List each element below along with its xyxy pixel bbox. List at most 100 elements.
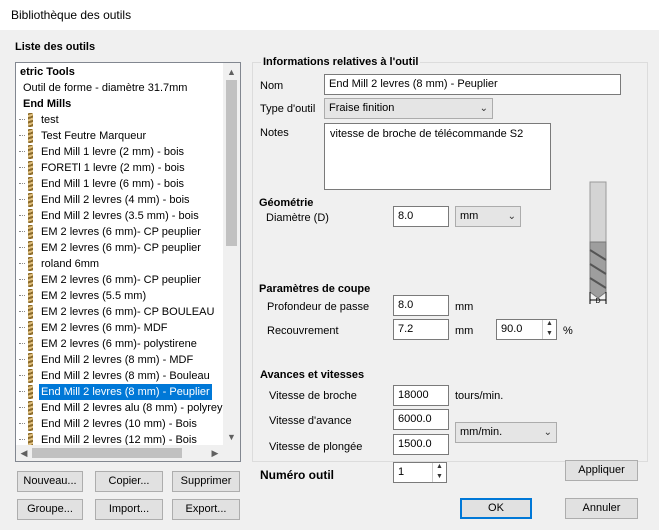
tree-connector	[19, 407, 25, 408]
tree-item-label: roland 6mm	[41, 258, 100, 270]
tree-item-label: End Mill 2 levres (8 mm) - Bouleau	[41, 370, 210, 382]
scroll-right-icon[interactable]: ▶	[208, 446, 222, 460]
drill-bit-icon	[28, 145, 33, 159]
spin-up-icon[interactable]: ▲	[433, 463, 446, 472]
spin-up-icon[interactable]: ▲	[543, 320, 556, 329]
tree-item-label: End Mill 2 levres (8 mm) - Peuplier	[39, 384, 212, 400]
drill-bit-icon	[28, 385, 33, 399]
scroll-up-icon[interactable]: ▲	[224, 65, 239, 79]
notes-textarea[interactable]: vitesse de broche de télécommande S2	[324, 123, 551, 190]
diameter-input[interactable]: 8.0	[393, 206, 449, 227]
spin-down-icon[interactable]: ▼	[433, 472, 446, 482]
tree-connector	[19, 375, 25, 376]
rate-unit-select[interactable]: mm/min. ⌄	[455, 422, 557, 443]
feed-label: Vitesse d'avance	[269, 415, 352, 427]
tree-hscroll-thumb[interactable]	[32, 448, 182, 458]
drill-bit-icon	[28, 129, 33, 143]
cancel-button[interactable]: Annuler	[565, 498, 638, 519]
stepover-input[interactable]: 7.2	[393, 319, 449, 340]
tree-connector	[19, 167, 25, 168]
tree-item-label: End Mill 1 levre (6 mm) - bois	[41, 178, 185, 190]
chevron-down-icon: ⌄	[479, 103, 488, 114]
drill-bit-icon	[28, 209, 33, 223]
scroll-left-icon[interactable]: ◀	[17, 446, 31, 460]
import-button[interactable]: Import...	[95, 499, 163, 520]
tree-connector	[19, 151, 25, 152]
depth-input[interactable]: 8.0	[393, 295, 449, 316]
tree-connector	[19, 231, 25, 232]
tree-item-label: FORETl 1 levre (2 mm) - bois	[41, 162, 185, 174]
cutting-heading: Paramètres de coupe	[259, 283, 371, 295]
tool-number-label: Numéro outil	[260, 468, 334, 482]
stepover-label: Recouvrement	[267, 325, 339, 337]
tree-item-label: End Mills	[23, 98, 72, 110]
tree-item-label: etric Tools	[20, 66, 75, 78]
tree-connector	[19, 263, 25, 264]
rate-unit-value: mm/min.	[460, 426, 503, 438]
tree-connector	[19, 183, 25, 184]
scroll-corner	[223, 445, 240, 461]
tool-type-label: Type d'outil	[260, 103, 316, 115]
end-mill-diagram-icon: D	[589, 181, 607, 305]
spin-down-icon[interactable]: ▼	[543, 329, 556, 339]
tree-item-label: End Mill 2 levres (3.5 mm) - bois	[41, 210, 199, 222]
drill-bit-icon	[28, 401, 33, 415]
delete-button[interactable]: Supprimer	[172, 471, 240, 492]
new-button[interactable]: Nouveau...	[17, 471, 83, 492]
tree-connector	[19, 423, 25, 424]
apply-button[interactable]: Appliquer	[565, 460, 638, 481]
tree-connector	[19, 359, 25, 360]
tree-scroll-thumb[interactable]	[226, 80, 237, 246]
tree-connector	[19, 295, 25, 296]
tools-list-heading: Liste des outils	[15, 41, 96, 53]
drill-bit-icon	[28, 337, 33, 351]
feed-input[interactable]: 6000.0	[393, 409, 449, 430]
tree-item-label: End Mill 1 levre (2 mm) - bois	[41, 146, 185, 158]
tree-item-label: Outil de forme - diamètre 31.7mm	[23, 82, 188, 94]
tree-connector	[19, 119, 25, 120]
title-bar: Bibliothèque des outils	[0, 0, 659, 30]
diameter-unit-select[interactable]: mm ⌄	[455, 206, 521, 227]
tree-connector	[19, 247, 25, 248]
depth-label: Profondeur de passe	[267, 301, 370, 313]
spindle-input[interactable]: 18000	[393, 385, 449, 406]
tool-type-select[interactable]: Fraise finition ⌄	[324, 98, 493, 119]
tree-item-label: EM 2 levres (5.5 mm)	[41, 290, 147, 302]
stepover-percent-input[interactable]: 90.0 ▲ ▼	[496, 319, 557, 340]
tree-item-label: EM 2 levres (6 mm)- CP peuplier	[41, 226, 201, 238]
drill-bit-icon	[28, 273, 33, 287]
tool-number-spinner[interactable]: ▲ ▼	[432, 463, 446, 482]
geometry-heading: Géométrie	[259, 197, 314, 209]
scroll-down-icon[interactable]: ▼	[224, 430, 239, 444]
tree-item-label: End Mill 2 levres (10 mm) - Bois	[41, 418, 197, 430]
diameter-unit-value: mm	[460, 210, 479, 222]
tree-item-label: End Mill 2 levres (8 mm) - MDF	[41, 354, 194, 366]
tree-item-label: EM 2 levres (6 mm)- CP BOULEAU	[41, 306, 215, 318]
tree-horizontal-scrollbar[interactable]: ◀ ▶	[16, 445, 223, 461]
tool-number-input[interactable]: 1 ▲ ▼	[393, 462, 447, 483]
tool-type-value: Fraise finition	[329, 102, 395, 114]
ok-button[interactable]: OK	[460, 498, 532, 519]
info-heading: Informations relatives à l'outil	[261, 56, 421, 68]
window-title: Bibliothèque des outils	[11, 8, 132, 22]
percent-sign: %	[563, 325, 573, 337]
feeds-heading: Avances et vitesses	[260, 369, 365, 381]
drill-bit-icon	[28, 225, 33, 239]
notes-label: Notes	[260, 127, 289, 139]
plunge-input[interactable]: 1500.0	[393, 434, 449, 455]
tools-tree[interactable]: etric Tools Outil de forme - diamètre 31.…	[15, 62, 241, 462]
group-button[interactable]: Groupe...	[17, 499, 83, 520]
drill-bit-icon	[28, 257, 33, 271]
copy-button[interactable]: Copier...	[95, 471, 163, 492]
chevron-down-icon: ⌄	[543, 427, 552, 438]
diagram-d-label: D	[595, 298, 600, 305]
name-input[interactable]: End Mill 2 levres (8 mm) - Peuplier	[324, 74, 621, 95]
percent-spinner[interactable]: ▲ ▼	[542, 320, 556, 339]
export-button[interactable]: Export...	[172, 499, 240, 520]
depth-unit: mm	[455, 301, 474, 313]
drill-bit-icon	[28, 177, 33, 191]
drill-bit-icon	[28, 369, 33, 383]
stepover-unit: mm	[455, 325, 474, 337]
tool-number-value: 1	[398, 466, 405, 478]
spindle-label: Vitesse de broche	[269, 390, 357, 402]
